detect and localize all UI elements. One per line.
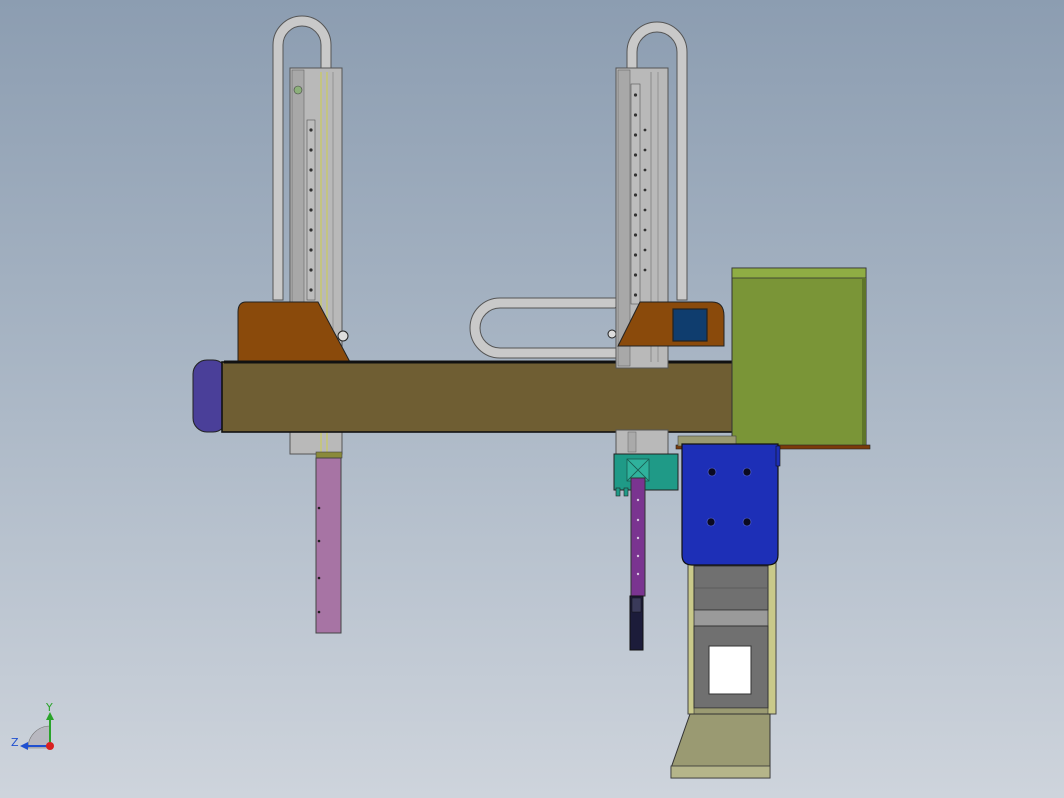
triad-y-label: Y xyxy=(45,701,53,714)
gantry-robot-model: Y Z xyxy=(11,15,871,779)
blue-mounting-plate xyxy=(681,443,779,566)
column-window xyxy=(708,645,752,695)
triad-x-axis xyxy=(46,742,54,750)
right-cable-chain-horizontal xyxy=(469,297,627,359)
triad-z-label: Z xyxy=(11,736,19,749)
left-arm xyxy=(315,457,342,634)
motor-housing xyxy=(731,267,867,447)
cad-viewport[interactable]: Y Z xyxy=(0,0,1064,798)
carriage-window xyxy=(672,308,708,342)
coordinate-triad: Y Z xyxy=(11,701,54,750)
left-vertical-axis xyxy=(237,15,351,634)
horizontal-beam xyxy=(192,359,735,433)
beam-body xyxy=(221,361,735,433)
